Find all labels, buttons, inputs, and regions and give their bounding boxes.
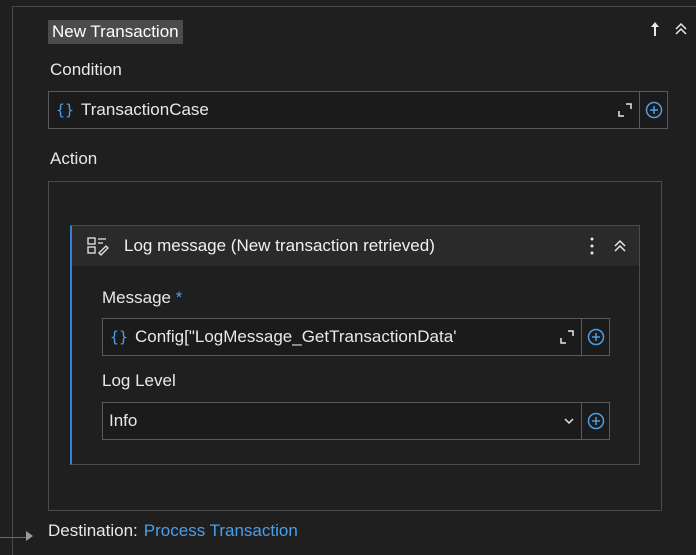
expression-brace-icon: {} (109, 328, 129, 346)
log-level-dropdown[interactable]: Info (102, 402, 610, 440)
play-arrow-icon (26, 531, 33, 541)
expression-brace-icon: {} (55, 101, 75, 119)
required-marker: * (175, 288, 183, 307)
condition-value[interactable]: TransactionCase (81, 100, 615, 120)
header-icons (648, 20, 688, 38)
plus-circle-icon (645, 101, 662, 119)
log-level-value[interactable]: Info (103, 411, 563, 431)
message-field[interactable]: {} Config["LogMessage_GetTransactionData… (102, 318, 610, 356)
log-level-label: Log Level (102, 371, 176, 390)
log-message-title: Log message (New transaction retrieved) (124, 236, 435, 255)
destination-link[interactable]: Process Transaction (144, 521, 298, 541)
log-message-header[interactable]: Log message (New transaction retrieved) (72, 226, 639, 266)
condition-field[interactable]: {} TransactionCase (48, 91, 668, 129)
condition-label: Condition (50, 60, 122, 79)
plus-circle-icon (587, 328, 604, 346)
action-label: Action (50, 149, 98, 168)
expand-icon[interactable] (615, 100, 635, 120)
destination-label: Destination: (48, 521, 138, 540)
message-label: Message * (102, 288, 182, 308)
activity-header[interactable]: New Transaction (48, 19, 183, 44)
expand-icon[interactable] (557, 327, 577, 347)
up-arrow-icon[interactable] (648, 20, 662, 38)
message-label-text: Message (102, 288, 171, 307)
plus-circle-icon (587, 412, 604, 430)
message-value[interactable]: Config["LogMessage_GetTransactionData' (135, 327, 557, 347)
log-message-icon (87, 237, 109, 256)
collapse-icon[interactable] (613, 237, 627, 255)
message-add-button[interactable] (581, 319, 609, 355)
collapse-icon[interactable] (674, 20, 688, 38)
log-message-card[interactable]: Log message (New transaction retrieved) … (70, 225, 640, 465)
activity-title[interactable]: New Transaction (48, 19, 183, 44)
log-level-add-button[interactable] (581, 403, 609, 439)
kebab-menu-icon[interactable] (589, 235, 595, 257)
condition-add-button[interactable] (639, 92, 667, 128)
dropdown-arrow-icon[interactable] (563, 416, 575, 426)
destination: Destination: Process Transaction (48, 521, 298, 541)
